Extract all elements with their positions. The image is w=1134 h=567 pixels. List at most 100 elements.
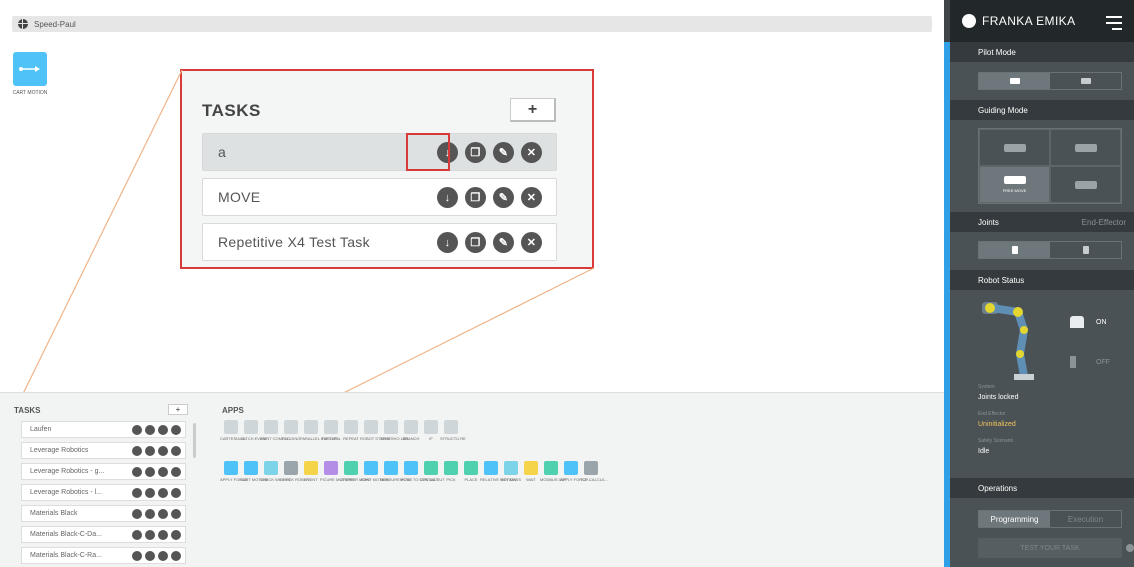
download-icon[interactable] bbox=[132, 488, 142, 498]
tab-execution[interactable]: Execution bbox=[1050, 511, 1121, 527]
edit-icon[interactable] bbox=[158, 425, 168, 435]
app-tile[interactable]: CARTESIA N... bbox=[220, 420, 247, 441]
app-tile[interactable]: GRIPPER MOVE bbox=[340, 461, 371, 482]
delete-icon[interactable] bbox=[171, 551, 181, 561]
task-row[interactable]: Leverage Robotics - l... bbox=[21, 484, 186, 501]
task-row[interactable]: Materials Black-C-Da... bbox=[21, 526, 186, 543]
download-icon[interactable] bbox=[132, 467, 142, 477]
task-row[interactable]: Leverage Robotics bbox=[21, 442, 186, 459]
timeline-cart-motion-app[interactable] bbox=[13, 52, 47, 86]
app-tile[interactable]: RELATIVE MOTION bbox=[480, 461, 516, 482]
app-tile[interactable]: REPEAT bbox=[340, 420, 362, 441]
app-tile[interactable]: SET MASS bbox=[500, 461, 522, 482]
copy-icon[interactable]: ❐ bbox=[465, 142, 486, 163]
copy-icon[interactable] bbox=[145, 446, 155, 456]
callout-add-task-button[interactable]: + bbox=[510, 98, 556, 122]
app-tile[interactable]: LOGGING bbox=[280, 420, 302, 441]
delete-icon[interactable]: ✕ bbox=[521, 232, 542, 253]
edit-icon[interactable] bbox=[158, 530, 168, 540]
task-row[interactable]: Leverage Robotics - g... bbox=[21, 463, 186, 480]
app-tile[interactable]: EVENT bbox=[300, 461, 322, 482]
edit-icon[interactable] bbox=[158, 467, 168, 477]
app-tile[interactable]: STRUCTU RE bbox=[440, 420, 466, 441]
power-off-button[interactable]: OFF bbox=[1070, 356, 1110, 368]
power-on-button[interactable]: ON bbox=[1070, 316, 1107, 328]
task-row[interactable]: Laufen bbox=[21, 421, 186, 438]
copy-icon[interactable] bbox=[145, 467, 155, 477]
delete-icon[interactable] bbox=[171, 509, 181, 519]
callout-task-row[interactable]: a ↓ ❐ ✎ ✕ bbox=[202, 133, 557, 171]
copy-icon[interactable] bbox=[145, 551, 155, 561]
delete-icon[interactable] bbox=[171, 530, 181, 540]
app-tile[interactable]: BRANCH bbox=[400, 420, 422, 441]
app-tile[interactable]: WAIT bbox=[520, 461, 542, 482]
callout-task-row[interactable]: MOVE ↓ ❐ ✎ ✕ bbox=[202, 178, 557, 216]
pilot-mode-toggle[interactable] bbox=[978, 72, 1122, 90]
edit-icon[interactable] bbox=[158, 446, 168, 456]
info-icon[interactable] bbox=[1126, 544, 1134, 552]
app-tile[interactable]: FICURE MOTIONS bbox=[320, 461, 355, 482]
download-icon[interactable]: ↓ bbox=[437, 232, 458, 253]
copy-icon[interactable] bbox=[145, 488, 155, 498]
app-tile[interactable]: PLACE bbox=[460, 461, 482, 482]
app-tile[interactable]: OPC UA OUT bbox=[420, 461, 445, 482]
app-tile[interactable]: CART MOTION bbox=[240, 461, 268, 482]
app-tile[interactable]: JOINT COMPLI... bbox=[260, 420, 291, 441]
copy-icon[interactable] bbox=[145, 509, 155, 519]
download-icon[interactable] bbox=[132, 551, 142, 561]
edit-icon[interactable]: ✎ bbox=[493, 142, 514, 163]
app-tile[interactable]: ROBOT STATUS bbox=[360, 420, 390, 441]
copy-icon[interactable] bbox=[145, 425, 155, 435]
app-tile[interactable]: APPLY FORCE... bbox=[560, 461, 591, 482]
delete-icon[interactable] bbox=[171, 467, 181, 477]
pilot-mode-option-2[interactable] bbox=[1050, 73, 1121, 89]
app-tile[interactable]: IF bbox=[420, 420, 442, 441]
app-tile[interactable]: MODBUS OUT bbox=[540, 461, 567, 482]
delete-icon[interactable] bbox=[171, 488, 181, 498]
menu-icon[interactable] bbox=[1106, 16, 1122, 34]
guiding-rotation-option[interactable] bbox=[1050, 129, 1121, 166]
delete-icon[interactable]: ✕ bbox=[521, 142, 542, 163]
edit-icon[interactable] bbox=[158, 509, 168, 519]
joints-toggle[interactable] bbox=[978, 241, 1122, 259]
copy-icon[interactable]: ❐ bbox=[465, 232, 486, 253]
guiding-free-move-option[interactable]: FREE MOVE bbox=[979, 166, 1050, 203]
app-tile[interactable]: PATTERN bbox=[320, 420, 342, 441]
copy-icon[interactable] bbox=[145, 530, 155, 540]
delete-icon[interactable] bbox=[171, 425, 181, 435]
edit-icon[interactable] bbox=[158, 551, 168, 561]
test-task-button[interactable]: TEST YOUR TASK bbox=[978, 538, 1122, 558]
app-tile[interactable]: CHECK ROBOT... bbox=[280, 461, 312, 482]
app-tile[interactable]: THRESHO LDS bbox=[380, 420, 408, 441]
task-row[interactable]: Materials Black bbox=[21, 505, 186, 522]
callout-task-row[interactable]: Repetitive X4 Test Task ↓ ❐ ✎ ✕ bbox=[202, 223, 557, 261]
delete-icon[interactable]: ✕ bbox=[521, 187, 542, 208]
task-row[interactable]: Materials Black-C-Ra... bbox=[21, 547, 186, 564]
end-effector-option[interactable] bbox=[1050, 242, 1121, 258]
download-icon[interactable]: ↓ bbox=[437, 187, 458, 208]
timeline-bar[interactable]: Speed-Paul bbox=[12, 16, 932, 32]
app-tile[interactable]: PICK bbox=[440, 461, 462, 482]
guiding-translation-option[interactable] bbox=[979, 129, 1050, 166]
app-tile[interactable]: APPLY FORCE bbox=[220, 461, 248, 482]
app-tile[interactable]: MOVE TO CONTACT bbox=[400, 461, 438, 482]
tasks-scrollbar[interactable] bbox=[193, 423, 196, 458]
pilot-mode-option-1[interactable] bbox=[979, 73, 1050, 89]
joints-option[interactable] bbox=[979, 242, 1050, 258]
app-tile[interactable]: MEASURE POSE bbox=[380, 461, 412, 482]
edit-icon[interactable]: ✎ bbox=[493, 187, 514, 208]
copy-icon[interactable]: ❐ bbox=[465, 187, 486, 208]
download-icon[interactable] bbox=[132, 425, 142, 435]
delete-icon[interactable] bbox=[171, 446, 181, 456]
edit-icon[interactable]: ✎ bbox=[493, 232, 514, 253]
app-tile[interactable]: TCP CALCUL... bbox=[580, 461, 608, 482]
tab-programming[interactable]: Programming bbox=[979, 511, 1050, 527]
edit-icon[interactable] bbox=[158, 488, 168, 498]
app-tile[interactable]: CHECK WEIGHT bbox=[260, 461, 291, 482]
tasks-add-button[interactable]: + bbox=[168, 404, 188, 415]
download-icon[interactable] bbox=[132, 530, 142, 540]
app-tile[interactable]: JOINT MOTION bbox=[360, 461, 389, 482]
guiding-user-option[interactable] bbox=[1050, 166, 1121, 203]
app-tile[interactable]: CATCH EVENT bbox=[240, 420, 268, 441]
download-icon[interactable] bbox=[132, 446, 142, 456]
